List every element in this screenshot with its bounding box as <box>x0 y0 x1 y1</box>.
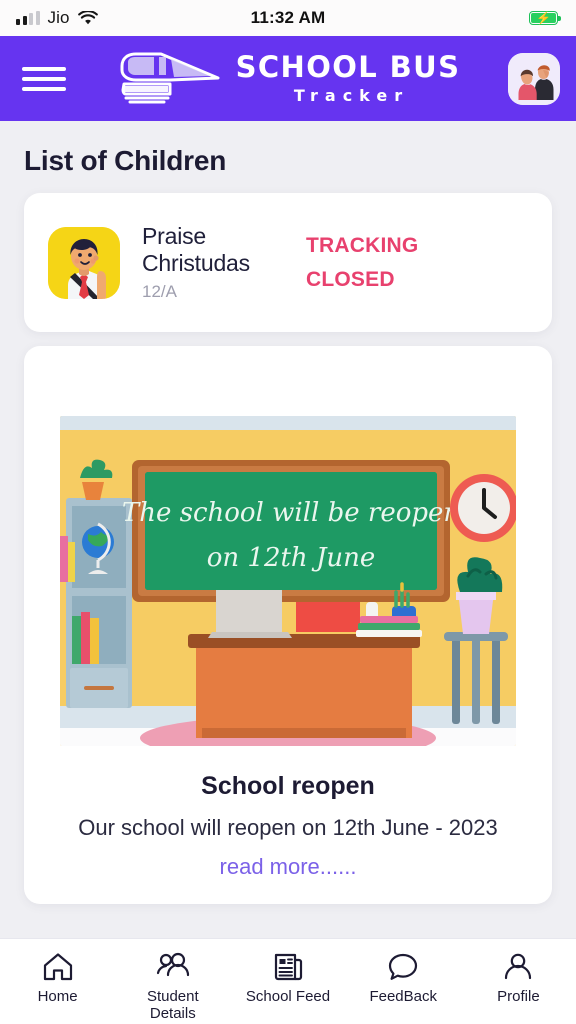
app-title: SCHOOL BUS <box>235 50 461 84</box>
tab-student-details-label-line1: Student <box>146 988 199 1005</box>
tab-feedback[interactable]: FeedBack <box>346 951 461 1005</box>
feed-body: Our school will reopen on 12th June - 20… <box>24 809 552 886</box>
child-class: 12/A <box>142 282 177 302</box>
tab-student-details[interactable]: Student Details <box>115 951 230 1023</box>
page-body: List of Children Praise Christudas 12/A … <box>0 121 576 938</box>
brand-text: SCHOOL BUS Tracker <box>236 53 461 104</box>
tab-student-details-label-line2: Details <box>149 1005 196 1023</box>
classroom-illustration: The school will be reopen on 12th June <box>60 416 516 747</box>
carrier-label: Jio <box>47 8 70 27</box>
cellular-signal-icon <box>16 11 40 25</box>
status-bar-left: Jio <box>16 8 98 28</box>
students-icon <box>156 952 189 977</box>
feed-title: School reopen <box>201 772 375 801</box>
tab-feedback-label: FeedBack <box>369 988 437 1005</box>
page-title: List of Children <box>24 145 227 176</box>
bottom-navigation: Home Student Details School Feed FeedBac… <box>0 938 576 1024</box>
status-bar-right: ⚡ <box>529 11 561 25</box>
tab-home-label: Home <box>37 988 78 1005</box>
wifi-icon <box>77 10 98 24</box>
brand-lockup: SCHOOL BUS Tracker <box>74 48 500 110</box>
app-screen: Jio 11:32 AM ⚡ SCHOOL BUS Tracker List o… <box>0 0 576 1024</box>
tab-student-details-label: Student Details <box>147 988 199 1023</box>
svg-text:on 12th June: on 12th June <box>207 543 376 573</box>
child-name: Praise Christudas <box>142 223 250 277</box>
school-bus-logo-icon <box>120 52 220 103</box>
home-icon <box>43 953 72 981</box>
tab-school-feed[interactable]: School Feed <box>230 951 345 1005</box>
chat-bubble-icon <box>389 953 418 980</box>
newspaper-icon <box>274 953 303 981</box>
status-line-2: CLOSED <box>306 267 395 291</box>
person-icon <box>505 953 532 980</box>
status-badge: TRACKING CLOSED <box>306 234 418 292</box>
child-info: Praise Christudas 12/A <box>142 223 292 302</box>
student-avatar-icon <box>48 226 120 299</box>
hamburger-menu-icon[interactable] <box>22 66 66 91</box>
app-header: SCHOOL BUS Tracker <box>0 36 576 121</box>
tab-home[interactable]: Home <box>0 951 115 1005</box>
tab-school-feed-label: School Feed <box>245 988 331 1005</box>
child-list-item[interactable]: Praise Christudas 12/A TRACKING CLOSED <box>24 193 552 333</box>
tab-profile-label: Profile <box>497 988 540 1005</box>
battery-charging-icon: ⚡ <box>529 11 561 25</box>
feed-text: Our school will reopen on 12th June - 20… <box>78 815 498 841</box>
read-more-link[interactable]: read more...... <box>220 854 357 879</box>
tab-profile[interactable]: Profile <box>461 951 576 1005</box>
school-feed-card[interactable]: The school will be reopen on 12th June S… <box>24 346 552 905</box>
svg-text:The school will be reopen: The school will be reopen <box>122 498 460 528</box>
parents-avatar-icon[interactable] <box>508 52 560 105</box>
app-subtitle: Tracker <box>293 86 410 105</box>
status-line-1: TRACKING <box>306 233 419 257</box>
status-bar: Jio 11:32 AM ⚡ <box>0 0 576 36</box>
